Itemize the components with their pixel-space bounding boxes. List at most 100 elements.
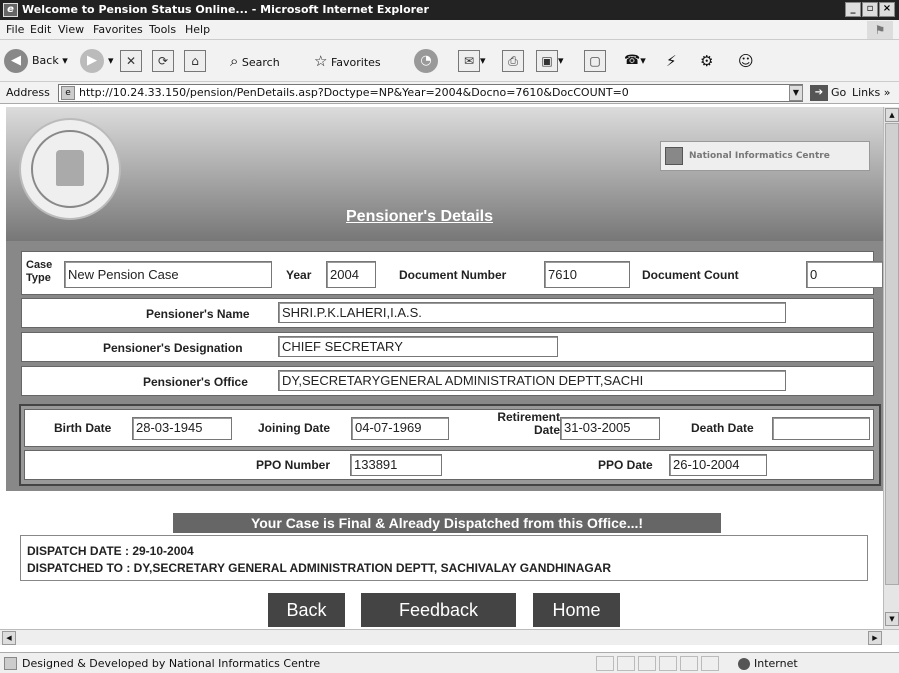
zone-label: Internet (754, 657, 798, 670)
ppo-number-field[interactable]: 133891 (350, 454, 442, 476)
stop-icon: ✕ (120, 50, 142, 72)
forward-button[interactable]: ▶ ▾ (80, 46, 114, 76)
favorites-button[interactable]: ☆ Favorites (314, 46, 381, 76)
users-button[interactable]: ☺ (738, 46, 754, 76)
year-field[interactable]: 2004 (326, 261, 376, 288)
ppo-number-label: PPO Number (256, 458, 331, 472)
back-nav-button[interactable]: Back (268, 593, 345, 627)
nic-badge[interactable]: National Informatics Centre (660, 141, 870, 171)
page-icon: e (61, 86, 75, 100)
menu-edit[interactable]: Edit (30, 23, 51, 36)
document-count-field[interactable]: 0 (806, 261, 883, 288)
horizontal-scrollbar[interactable]: ◀ ▶ (0, 629, 899, 645)
vertical-scrollbar[interactable]: ▲ ▼ (883, 107, 899, 629)
joining-date-field[interactable]: 04-07-1969 (351, 417, 449, 440)
menu-view[interactable]: View (58, 23, 84, 36)
links-label: Links (852, 86, 881, 99)
search-button[interactable]: ⌕ Search (230, 46, 280, 76)
go-arrow-icon: ➔ (810, 85, 828, 101)
name-field[interactable]: SHRI.P.K.LAHERI,I.A.S. (278, 302, 786, 323)
toolbar: ◀ Back ▾ ▶ ▾ ✕ ⟳ ⌂ ⌕ Search ☆ Favorites ◔ … (0, 40, 899, 82)
refresh-button[interactable]: ⟳ (152, 46, 174, 76)
retirement-date-field[interactable]: 31-03-2005 (560, 417, 660, 440)
office-field[interactable]: DY,SECRETARYGENERAL ADMINISTRATION DEPTT… (278, 370, 786, 391)
back-arrow-icon: ◀ (4, 49, 28, 73)
case-type-label: Case Type (26, 259, 53, 284)
menu-bar: File Edit View Favorites Tools Help ⚑ (0, 20, 899, 40)
dispatch-date: DISPATCH DATE : 29-10-2004 (27, 544, 194, 558)
retirement-date-label: Retirement Date (497, 410, 560, 437)
discuss-icon: ▢ (584, 50, 606, 72)
birth-date-field[interactable]: 28-03-1945 (132, 417, 232, 440)
tool-icon: ⚙ (700, 52, 714, 70)
go-button[interactable]: ➔ Go (810, 85, 846, 101)
menu-file[interactable]: File (6, 23, 24, 36)
print-button[interactable]: ⎙ (502, 46, 524, 76)
security-zone: Internet (738, 657, 798, 670)
refresh-icon: ⟳ (152, 50, 174, 72)
discuss-button[interactable]: ▢ (584, 46, 606, 76)
nic-logo-icon (665, 147, 683, 165)
address-bar: Address e http://10.24.33.150/pension/Pe… (0, 82, 899, 104)
research-button[interactable]: ☎▾ (624, 46, 646, 76)
feedback-button[interactable]: Feedback (361, 593, 516, 627)
document-number-field[interactable]: 7610 (544, 261, 630, 288)
gujarat-seal-icon (19, 118, 121, 220)
scroll-left-icon[interactable]: ◀ (2, 631, 16, 645)
minimize-button[interactable]: _ (845, 2, 861, 17)
designation-field[interactable]: CHIEF SECRETARY (278, 336, 558, 357)
ppo-date-field[interactable]: 26-10-2004 (669, 454, 767, 476)
users-icon: ☺ (738, 52, 754, 70)
browser-window: e Welcome to Pension Status Online... - … (0, 0, 899, 673)
home-toolbar-button[interactable]: ⌂ (184, 46, 206, 76)
status-segment (659, 656, 677, 671)
scroll-thumb[interactable] (885, 123, 899, 585)
scroll-down-icon[interactable]: ▼ (885, 612, 899, 626)
title-bar: e Welcome to Pension Status Online... - … (0, 0, 899, 20)
joining-date-label: Joining Date (258, 421, 331, 435)
address-dropdown-icon[interactable]: ▼ (789, 85, 803, 101)
nic-badge-label: National Informatics Centre (689, 151, 830, 161)
menu-favorites[interactable]: Favorites (93, 23, 143, 36)
links-button[interactable]: Links » (852, 86, 891, 99)
back-button[interactable]: ◀ Back ▾ (4, 46, 68, 76)
year-label: Year (286, 268, 312, 282)
address-input[interactable]: e http://10.24.33.150/pension/PenDetails… (58, 84, 803, 102)
status-segment (638, 656, 656, 671)
birth-date-label: Birth Date (54, 421, 112, 435)
maximize-button[interactable]: ▫ (862, 2, 878, 17)
research-icon: ☎ (624, 53, 641, 68)
home-icon: ⌂ (184, 50, 206, 72)
mail-button[interactable]: ✉ ▾ (458, 46, 486, 76)
page-title: Pensioner's Details (346, 208, 493, 225)
messenger-button[interactable]: ⚡ (666, 46, 677, 76)
page-header: National Informatics Centre Pensioner's … (6, 107, 883, 241)
history-button[interactable]: ◔ (414, 46, 442, 76)
address-url: http://10.24.33.150/pension/PenDetails.a… (79, 86, 629, 99)
scroll-right-icon[interactable]: ▶ (868, 631, 882, 645)
search-icon: ⌕ (230, 52, 239, 70)
death-date-field[interactable] (772, 417, 870, 440)
dispatch-info-box: DISPATCH DATE : 29-10-2004 DISPATCHED TO… (20, 535, 868, 581)
globe-icon (738, 658, 750, 670)
status-page-icon (4, 657, 17, 670)
details-panel: Case Type New Pension Case Year 2004 Doc… (6, 241, 883, 491)
search-label: Search (241, 56, 280, 69)
stop-button[interactable]: ✕ (120, 46, 142, 76)
designation-label: Pensioner's Designation (103, 341, 243, 355)
document-count-label: Document Count (642, 268, 739, 282)
menu-tools[interactable]: Tools (149, 23, 176, 36)
home-nav-button[interactable]: Home (533, 593, 620, 627)
scroll-up-icon[interactable]: ▲ (885, 108, 899, 122)
close-button[interactable]: × (879, 2, 895, 17)
menu-help[interactable]: Help (185, 23, 210, 36)
favorites-label: Favorites (330, 56, 381, 69)
history-icon: ◔ (414, 49, 438, 73)
print-icon: ⎙ (502, 50, 524, 72)
tool-button[interactable]: ⚙ (700, 46, 713, 76)
lightning-icon: ⚡ (666, 52, 677, 70)
edit-button[interactable]: ▣ ▾ (536, 46, 564, 76)
case-type-field[interactable]: New Pension Case (64, 261, 272, 288)
ppo-date-label: PPO Date (598, 458, 653, 472)
back-label: Back (32, 54, 59, 67)
